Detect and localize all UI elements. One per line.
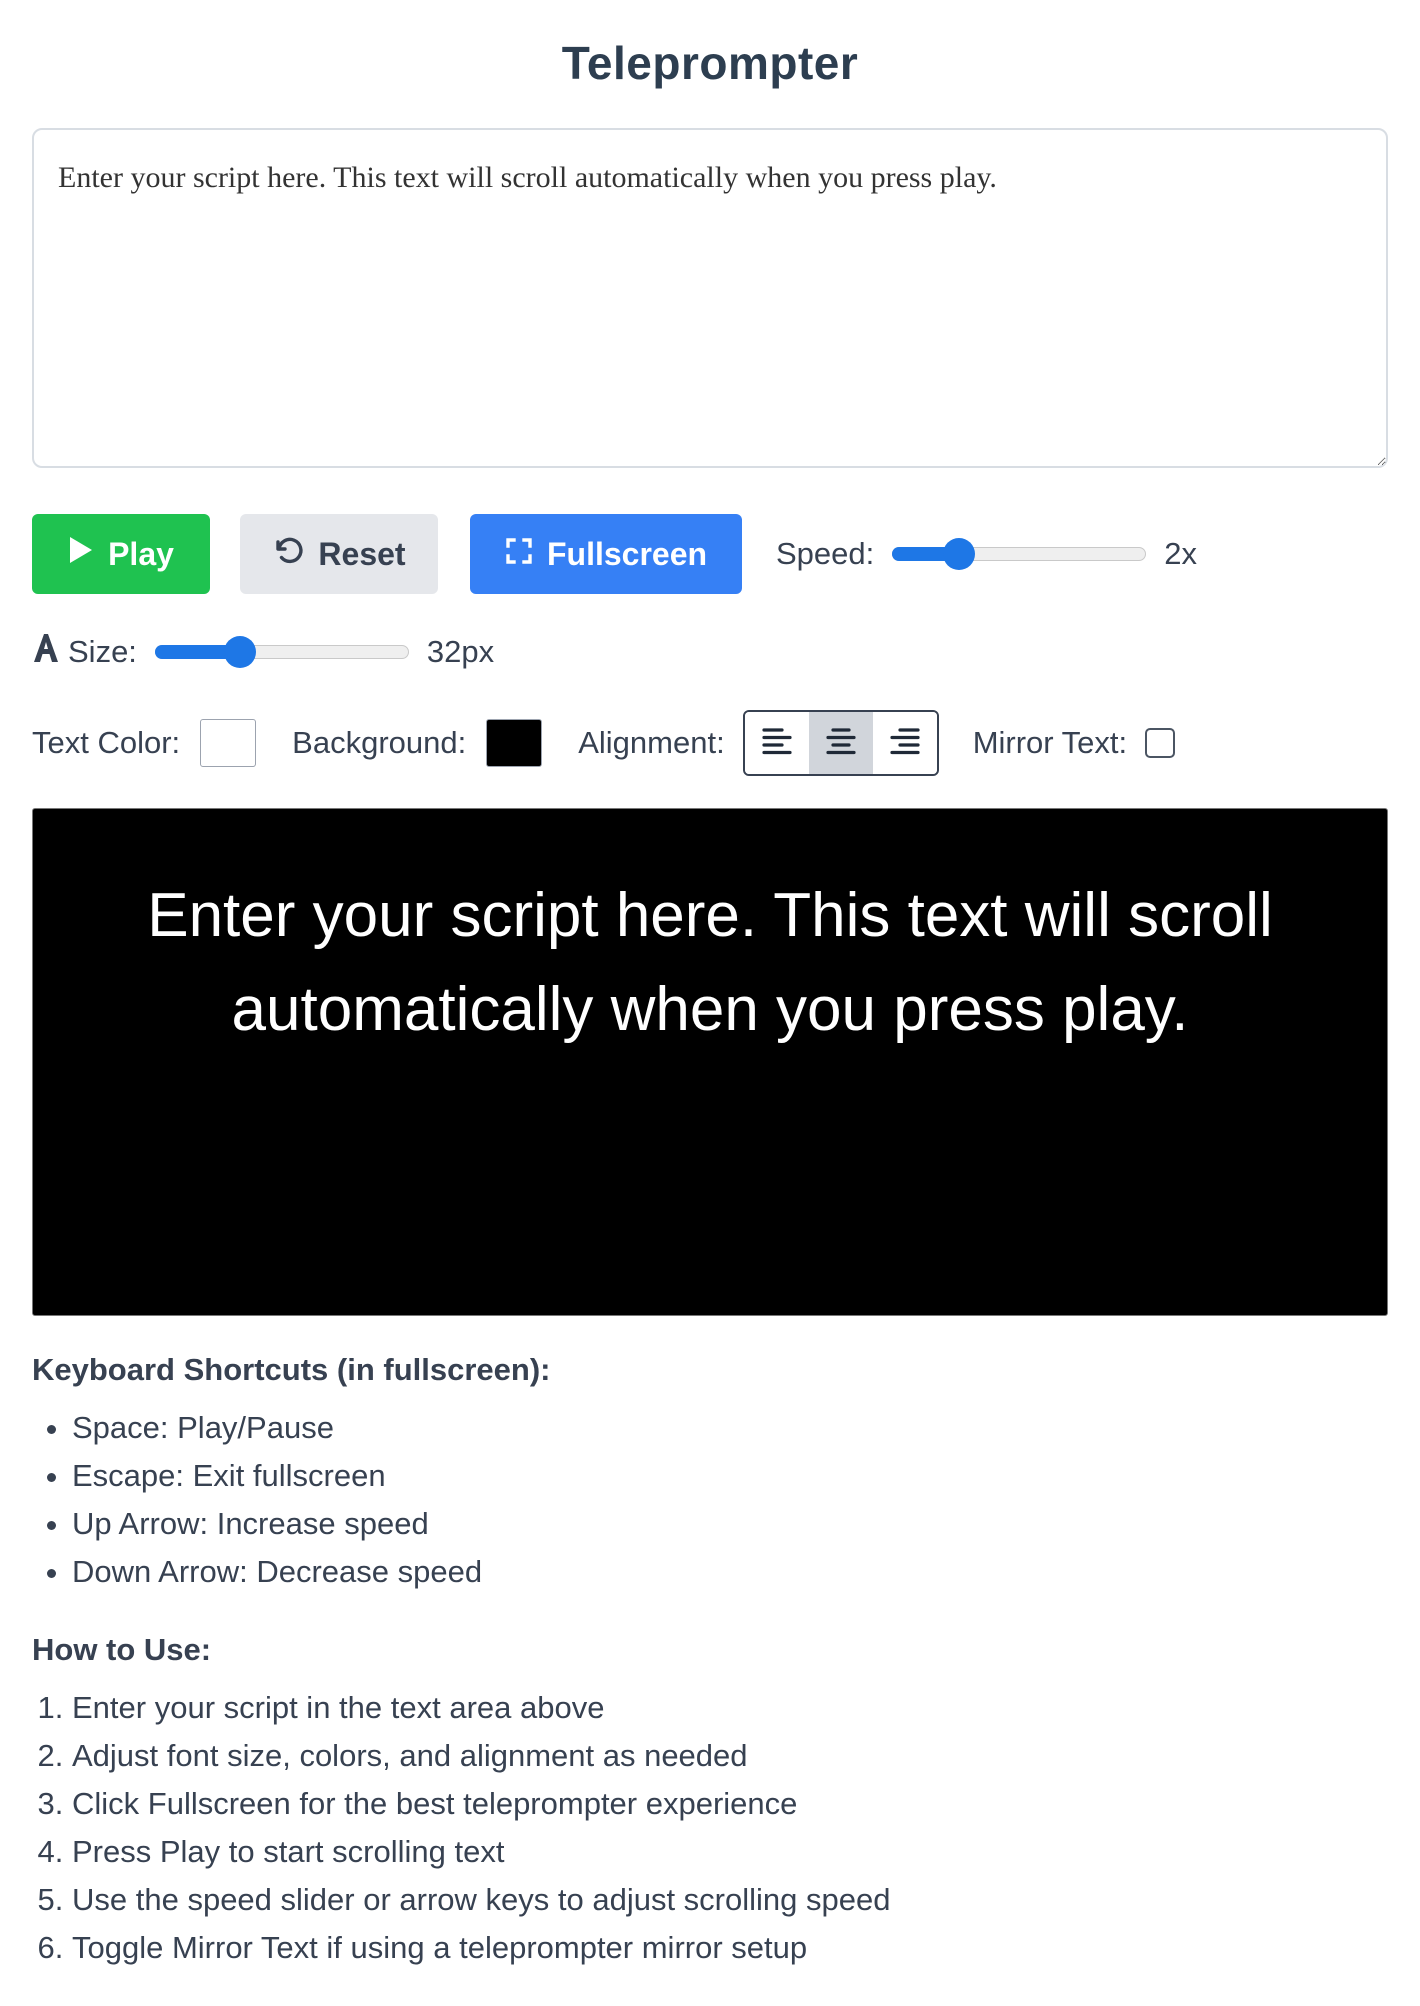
- size-slider-thumb[interactable]: [223, 636, 256, 668]
- speed-label: Speed:: [776, 536, 875, 571]
- align-center-icon: [826, 727, 856, 760]
- mirror-text-label: Mirror Text:: [972, 725, 1128, 760]
- appearance-controls: Text Color: Background: Alignment: Mirro…: [32, 710, 1176, 776]
- page-title: Teleprompter: [561, 37, 859, 89]
- undo-icon: [272, 534, 304, 574]
- fullscreen-button-label: Fullscreen: [546, 535, 708, 572]
- prompter-text: Enter your script here. This text will s…: [147, 881, 1273, 1044]
- play-button-label: Play: [108, 535, 174, 572]
- size-slider[interactable]: [154, 634, 409, 670]
- speed-slider[interactable]: [892, 536, 1147, 572]
- background-color-picker[interactable]: [486, 719, 543, 767]
- speed-value: 2x: [1164, 536, 1198, 571]
- text-color-label: Text Color:: [32, 725, 181, 760]
- background-label: Background:: [292, 725, 467, 760]
- list-item: Toggle Mirror Text if using a teleprompt…: [72, 1924, 890, 1972]
- alignment-group: [742, 710, 939, 776]
- reset-button[interactable]: Reset: [240, 514, 438, 594]
- expand-icon: [505, 536, 533, 573]
- play-icon: [68, 535, 94, 573]
- font-size-controls: Size: 32px: [32, 630, 494, 674]
- list-item: Press Play to start scrolling text: [72, 1828, 890, 1876]
- script-input[interactable]: Enter your script here. This text will s…: [32, 128, 1388, 468]
- list-item: Adjust font size, colors, and alignment …: [72, 1732, 890, 1780]
- size-label: Size:: [68, 634, 137, 669]
- prompter-display: Enter your script here. This text will s…: [32, 808, 1388, 1316]
- playback-controls: Play Reset Fullscreen Speed: 2x: [32, 514, 1197, 594]
- teleprompter-page: Teleprompter Enter your script here. Thi…: [0, 0, 1420, 2006]
- align-right-button[interactable]: [872, 712, 937, 774]
- fullscreen-button[interactable]: Fullscreen: [470, 514, 742, 594]
- list-item: Space: Play/Pause: [72, 1404, 482, 1452]
- list-item: Use the speed slider or arrow keys to ad…: [72, 1876, 890, 1924]
- mirror-text-checkbox[interactable]: [1145, 728, 1176, 758]
- alignment-label: Alignment:: [578, 725, 725, 760]
- shortcuts-list: Space: Play/Pause Escape: Exit fullscree…: [32, 1404, 482, 1596]
- how-to-list: Enter your script in the text area above…: [32, 1684, 890, 1972]
- list-item: Enter your script in the text area above: [72, 1684, 890, 1732]
- align-left-icon: [762, 727, 792, 760]
- size-value: 32px: [426, 634, 495, 669]
- font-icon: [32, 632, 60, 673]
- align-left-button[interactable]: [744, 712, 809, 774]
- speed-slider-thumb[interactable]: [943, 538, 976, 570]
- text-color-picker[interactable]: [200, 719, 257, 767]
- list-item: Down Arrow: Decrease speed: [72, 1548, 482, 1596]
- list-item: Up Arrow: Increase speed: [72, 1500, 482, 1548]
- reset-button-label: Reset: [318, 535, 406, 572]
- list-item: Escape: Exit fullscreen: [72, 1452, 482, 1500]
- shortcuts-title: Keyboard Shortcuts (in fullscreen):: [32, 1352, 551, 1387]
- list-item: Click Fullscreen for the best teleprompt…: [72, 1780, 890, 1828]
- how-to-title: How to Use:: [32, 1632, 212, 1667]
- align-right-icon: [890, 727, 920, 760]
- align-center-button[interactable]: [808, 712, 873, 774]
- play-button[interactable]: Play: [32, 514, 210, 594]
